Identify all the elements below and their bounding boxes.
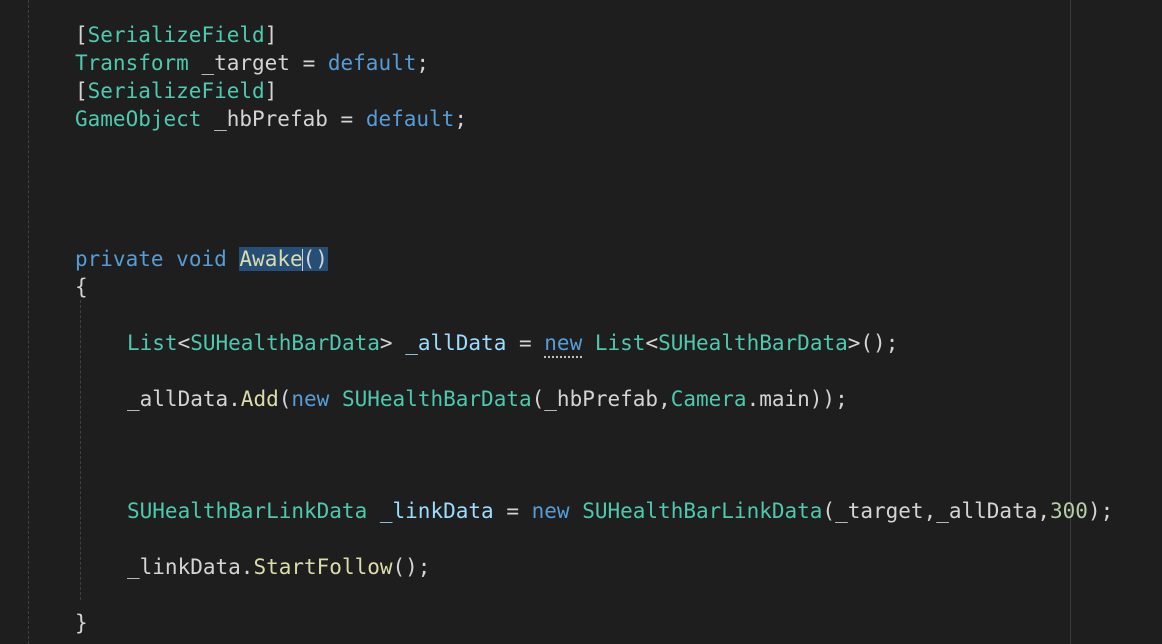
code-token: );	[1087, 499, 1114, 523]
code-token: (	[278, 387, 292, 411]
code-line[interactable]: [SerializeField]	[75, 77, 277, 105]
code-token: Add	[240, 387, 279, 411]
code-token: .main));	[746, 387, 848, 411]
indent-guide-outer	[28, 0, 29, 644]
code-token: GameObject	[75, 107, 202, 131]
code-token: [	[75, 79, 88, 103]
indent-guide-method	[80, 300, 81, 600]
code-line[interactable]: [SerializeField]	[75, 21, 277, 49]
editor-ruler	[1070, 0, 1071, 644]
code-token: SUHealthBarData	[658, 331, 848, 355]
code-token: _allData	[405, 331, 507, 355]
code-token: new	[544, 331, 583, 355]
code-line[interactable]: SUHealthBarLinkData _linkData = new SUHe…	[127, 497, 1113, 525]
code-token: _linkData	[379, 499, 494, 523]
code-token: ();	[392, 555, 431, 579]
code-line[interactable]: Transform _target = default;	[75, 49, 429, 77]
code-token: }	[75, 611, 88, 635]
code-line[interactable]: private void Awake()	[75, 245, 328, 273]
code-line[interactable]: List<SUHealthBarData> _allData = new Lis…	[127, 329, 898, 357]
code-token: (_target,_allData,	[822, 499, 1050, 523]
code-token: ]	[264, 23, 278, 47]
code-token: List	[127, 331, 178, 355]
code-token: >	[379, 331, 406, 355]
code-token: default	[327, 51, 417, 75]
code-token: ;	[416, 51, 430, 75]
code-token: SUHealthBarData	[341, 387, 532, 411]
code-token: =	[506, 331, 545, 355]
code-token: <	[645, 331, 659, 355]
code-token: new	[291, 387, 330, 411]
code-line[interactable]: _allData.Add(new SUHealthBarData(_hbPref…	[127, 385, 848, 413]
code-token: private	[75, 247, 164, 271]
code-token: _linkData.	[127, 555, 254, 579]
code-token: new	[531, 499, 570, 523]
code-token: {	[75, 275, 88, 299]
code-token: =	[493, 499, 532, 523]
code-line[interactable]: }	[75, 609, 88, 637]
code-token: SerializeField	[87, 23, 265, 47]
code-token: SUHealthBarLinkData	[582, 499, 823, 523]
code-token: void	[176, 247, 227, 271]
code-token: 300	[1050, 499, 1088, 523]
code-token: ]	[264, 79, 278, 103]
code-token: SUHealthBarData	[190, 331, 380, 355]
code-token: _allData.	[127, 387, 241, 411]
code-token: Camera	[670, 387, 747, 411]
code-token: Transform	[75, 51, 189, 75]
code-token: [	[75, 23, 88, 47]
code-token: <	[177, 331, 191, 355]
code-token: SUHealthBarLinkData	[127, 499, 368, 523]
code-token: _target =	[188, 51, 328, 75]
code-line[interactable]: GameObject _hbPrefab = default;	[75, 105, 467, 133]
code-editor[interactable]: [SerializeField] Transform _target = def…	[0, 0, 1162, 644]
code-line[interactable]: {	[75, 273, 88, 301]
code-token: default	[365, 107, 455, 131]
code-token: (_hbPrefab,	[531, 387, 671, 411]
code-token: _hbPrefab =	[201, 107, 366, 131]
code-token: List	[594, 331, 646, 355]
code-token: ()	[302, 247, 328, 271]
code-token: ;	[454, 107, 467, 131]
code-token: SerializeField	[87, 79, 265, 103]
code-token: Awake	[239, 247, 303, 271]
code-token: StartFollow	[253, 555, 393, 579]
code-token: >();	[847, 331, 899, 355]
code-line[interactable]: _linkData.StartFollow();	[127, 553, 430, 581]
